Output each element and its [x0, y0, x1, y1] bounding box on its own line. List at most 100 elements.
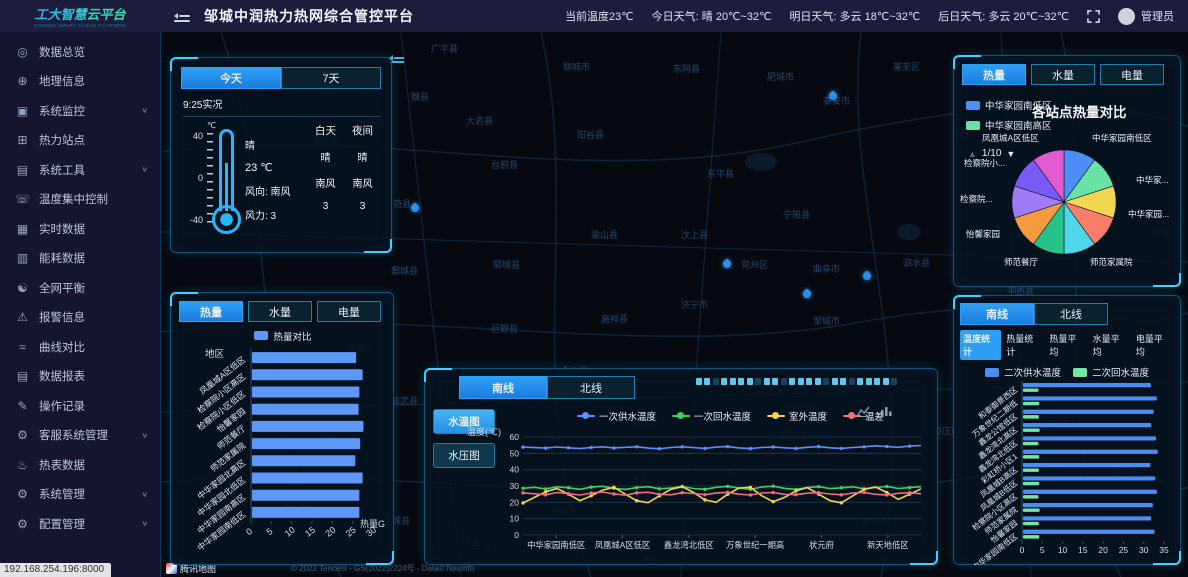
svg-text:15: 15 [303, 525, 317, 539]
sidebar-item-能耗数据[interactable]: ▥能耗数据 [0, 244, 160, 274]
fullscreen-icon[interactable] [1087, 10, 1100, 23]
user-menu[interactable]: 管理员 [1118, 8, 1174, 25]
zoom-cell[interactable] [704, 378, 710, 385]
zoom-cell[interactable] [883, 378, 889, 385]
page-title: 邹城中润热力热网综合管控平台 [204, 6, 414, 26]
zoom-cell[interactable] [815, 378, 821, 385]
subtab-热量统计[interactable]: 热量统计 [1003, 330, 1044, 360]
sidebar-item-客服系统管理[interactable]: ⚙客服系统管理∨ [0, 421, 160, 451]
pie-callout-label: 凤凰城A区低区 [982, 132, 1039, 144]
data-zoom-strip[interactable] [696, 378, 898, 385]
zoom-cell[interactable] [891, 378, 897, 385]
pie-slice-师范餐厅 [1033, 202, 1064, 254]
legend-item: 二次回水温度 [1073, 365, 1149, 379]
pie-callout-label: 检察院小... [964, 157, 1005, 169]
zoom-cell[interactable] [721, 378, 727, 385]
zoom-cell[interactable] [738, 378, 744, 385]
sidebar-item-配置管理[interactable]: ⚙配置管理∨ [0, 509, 160, 539]
zoom-cell[interactable] [696, 378, 702, 385]
zoom-cell[interactable] [755, 378, 761, 385]
tab-热量[interactable]: 热量 [179, 301, 243, 322]
legend-label: 一次供水温度 [599, 409, 656, 423]
sidebar-item-数据报表[interactable]: ▤数据报表 [0, 362, 160, 392]
pie-legend-item: 中华家园南低区 [966, 98, 1052, 112]
weather-time-label: 9:25实况 [183, 96, 381, 117]
log-icon: ✎ [15, 399, 30, 413]
sidebar-item-数据总览[interactable]: ◎数据总览 [0, 37, 160, 67]
page-down-icon[interactable]: ▼ [1006, 149, 1015, 159]
svg-text:0: 0 [244, 526, 254, 537]
sidebar-item-label: 操作记录 [39, 398, 85, 414]
zoom-cell[interactable] [747, 378, 753, 385]
avatar [1118, 8, 1135, 25]
bar-type-icon[interactable] [880, 405, 893, 417]
zoom-cell[interactable] [730, 378, 736, 385]
tab-7天[interactable]: 7天 [281, 67, 381, 89]
zoom-cell[interactable] [781, 378, 787, 385]
curve-mode-buttons: 水温图水压图 [433, 409, 495, 468]
sidebar-item-全网平衡[interactable]: ☯全网平衡 [0, 273, 160, 303]
subtab-电量平均[interactable]: 电量平均 [1133, 330, 1174, 360]
zoom-cell[interactable] [849, 378, 855, 385]
tab-水量[interactable]: 水量 [1031, 64, 1095, 85]
tab-热量[interactable]: 热量 [962, 64, 1026, 85]
tab-南线[interactable]: 南线 [960, 303, 1034, 325]
zoom-cell[interactable] [866, 378, 872, 385]
subtab-温度统计[interactable]: 温度统计 [960, 330, 1001, 360]
svg-text:热量G: 热量G [360, 518, 385, 529]
zoom-cell[interactable] [713, 378, 719, 385]
sidebar-item-报警信息[interactable]: ⚠报警信息 [0, 303, 160, 333]
zoom-cell[interactable] [789, 378, 795, 385]
map-place-label: 泗水县 [903, 256, 930, 269]
line-stats-legend: 二次供水温度二次回水温度 [960, 365, 1174, 379]
pie-slice-中华家园南低区 [1064, 150, 1095, 202]
zoom-cell[interactable] [764, 378, 770, 385]
zoom-cell[interactable] [857, 378, 863, 385]
tab-今天[interactable]: 今天 [181, 67, 281, 89]
sidebar-collapse-icon[interactable] [174, 10, 190, 22]
zoom-cell[interactable] [806, 378, 812, 385]
zoom-cell[interactable] [772, 378, 778, 385]
tab-电量[interactable]: 电量 [317, 301, 381, 322]
svg-text:25: 25 [1119, 545, 1129, 555]
weather-cond: 晴 [245, 137, 307, 152]
pie-callout-label: 中华家园... [1128, 208, 1169, 220]
map-place-label: 济宁市 [681, 298, 708, 311]
sidebar-item-系统工具[interactable]: ▤系统工具∨ [0, 155, 160, 185]
dashboard-root: 工大智慧云平台 GONGDA SMART CLOUD PLATFORM 邹城中润… [0, 0, 1188, 577]
zoom-cell[interactable] [823, 378, 829, 385]
svg-text:0: 0 [514, 530, 519, 540]
sidebar-item-系统管理[interactable]: ⚙系统管理∨ [0, 480, 160, 510]
tab-南线[interactable]: 南线 [459, 376, 547, 399]
sidebar-item-系统监控[interactable]: ▣系统监控∨ [0, 96, 160, 126]
tab-北线[interactable]: 北线 [547, 376, 635, 399]
subtab-水量平均[interactable]: 水量平均 [1090, 330, 1131, 360]
sidebar-item-曲线对比[interactable]: ≈曲线对比 [0, 332, 160, 362]
tab-水量[interactable]: 水量 [248, 301, 312, 322]
svg-text:状元府: 状元府 [809, 540, 834, 550]
sidebar-item-温度集中控制[interactable]: ☏温度集中控制 [0, 185, 160, 215]
sidebar-item-热表数据[interactable]: ♨热表数据 [0, 450, 160, 480]
legend-item: 室外温度 [767, 409, 827, 423]
button-水压图[interactable]: 水压图 [433, 443, 495, 468]
sidebar-item-实时数据[interactable]: ▦实时数据 [0, 214, 160, 244]
zoom-cell[interactable] [832, 378, 838, 385]
line-type-icon[interactable] [857, 405, 870, 417]
map-place-label: 大名县 [466, 114, 493, 127]
sidebar-item-地理信息[interactable]: ⊕地理信息 [0, 67, 160, 97]
chevron-down-icon: ∨ [141, 106, 148, 115]
zoom-cell[interactable] [840, 378, 846, 385]
subtab-热量平均[interactable]: 热量平均 [1046, 330, 1087, 360]
sidebar-item-热力站点[interactable]: ⊞热力站点 [0, 126, 160, 156]
pie-slice-中华家园北高区 [1064, 186, 1116, 218]
zoom-cell[interactable] [798, 378, 804, 385]
tab-北线[interactable]: 北线 [1034, 303, 1108, 325]
sidebar-item-操作记录[interactable]: ✎ 操作记录 [0, 391, 160, 421]
zoom-cell[interactable] [874, 378, 880, 385]
tab-电量[interactable]: 电量 [1100, 64, 1164, 85]
svg-text:新天地低区: 新天地低区 [867, 540, 909, 550]
compass-icon: ⊕ [15, 74, 30, 88]
map-place-label: 邹城市 [813, 314, 840, 327]
legend-label: 中华家园南高区 [985, 118, 1052, 132]
svg-text:中华家园南低区: 中华家园南低区 [527, 540, 585, 550]
